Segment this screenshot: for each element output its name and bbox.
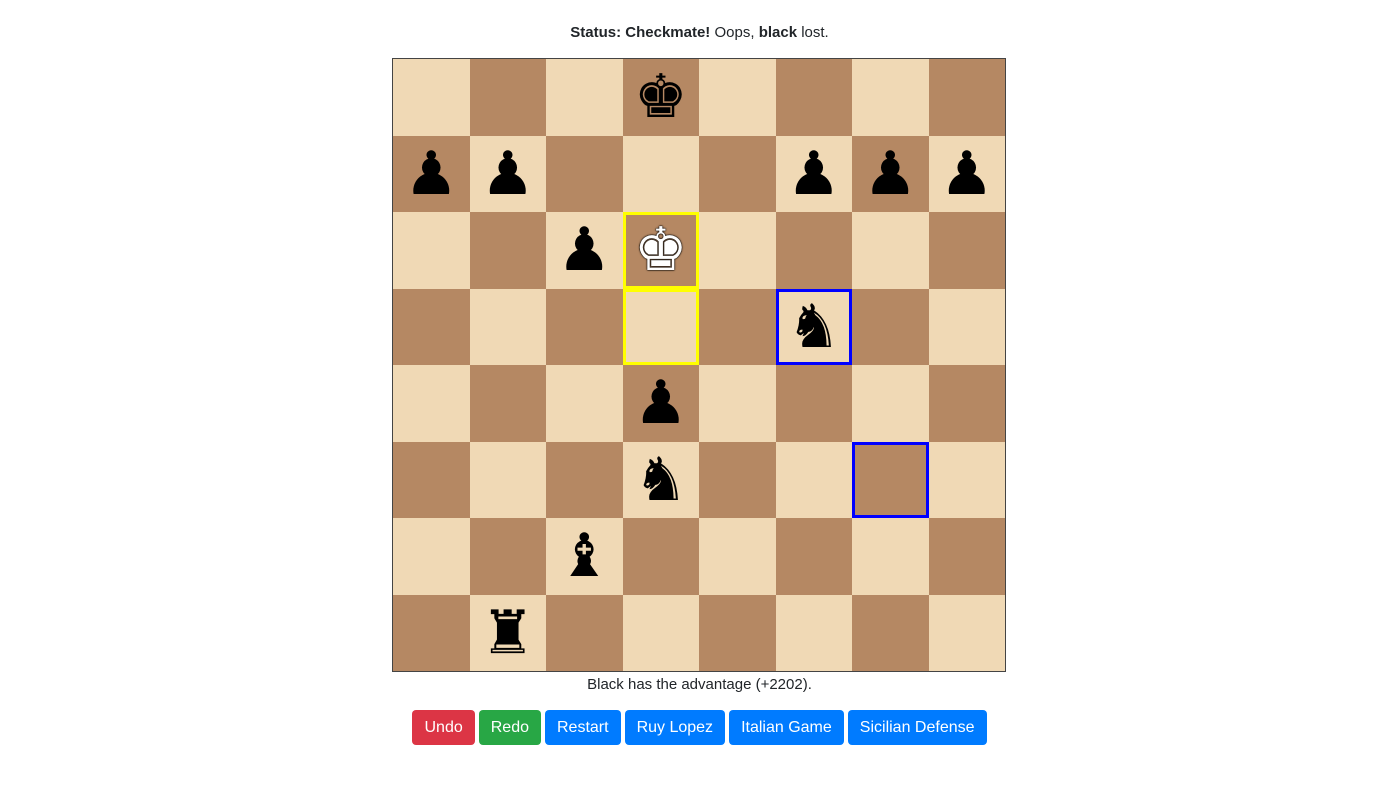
square-f5[interactable]: ♞: [775, 288, 852, 365]
square-c8[interactable]: [546, 59, 623, 136]
square-a2[interactable]: [393, 518, 470, 595]
square-d8[interactable]: ♚: [622, 59, 700, 136]
square-b6[interactable]: [469, 212, 546, 289]
square-f1[interactable]: [775, 594, 852, 671]
evaluation-text: Black has the advantage (+2202).: [587, 676, 812, 693]
black-knight-icon[interactable]: ♞: [779, 292, 850, 363]
square-e8[interactable]: [699, 59, 776, 136]
square-d7[interactable]: [622, 135, 699, 212]
redo-button[interactable]: Redo: [478, 710, 541, 745]
square-a7[interactable]: ♟: [393, 135, 470, 213]
square-g2[interactable]: [852, 518, 929, 595]
square-c2[interactable]: ♝: [546, 518, 623, 595]
status-suffix: lost.: [801, 24, 829, 41]
white-king-icon[interactable]: ♚: [626, 215, 697, 286]
square-h6[interactable]: [928, 212, 1005, 289]
square-b5[interactable]: [469, 288, 546, 365]
square-g7[interactable]: ♟: [852, 135, 929, 213]
square-g3[interactable]: [852, 441, 929, 518]
square-c6[interactable]: ♟: [546, 212, 623, 289]
control-buttons: Undo Redo Restart Ruy Lopez Italian Game Sici…: [0, 710, 1399, 745]
square-e2[interactable]: [699, 518, 776, 595]
square-d1[interactable]: [622, 594, 699, 671]
square-e7[interactable]: [699, 135, 776, 212]
square-b8[interactable]: [469, 59, 546, 136]
square-a8[interactable]: [393, 59, 470, 136]
status-loser: black: [758, 24, 798, 41]
black-king-icon[interactable]: ♚: [623, 59, 700, 136]
square-a3[interactable]: [393, 441, 470, 518]
italian-game-button[interactable]: Italian Game: [729, 710, 844, 745]
square-g8[interactable]: [852, 59, 929, 136]
square-e4[interactable]: [699, 365, 776, 442]
square-g4[interactable]: [852, 365, 929, 442]
square-c5[interactable]: [546, 288, 623, 365]
square-h7[interactable]: ♟: [928, 135, 1006, 213]
square-b1[interactable]: ♜: [469, 594, 547, 672]
black-pawn-icon[interactable]: ♟: [623, 365, 700, 442]
square-b4[interactable]: [469, 365, 546, 442]
square-g1[interactable]: [852, 594, 929, 671]
black-knight-icon[interactable]: ♞: [623, 442, 700, 519]
square-h4[interactable]: [928, 365, 1005, 442]
square-c7[interactable]: [546, 135, 623, 212]
restart-button[interactable]: Restart: [544, 710, 621, 745]
square-d5[interactable]: [622, 288, 699, 365]
square-f6[interactable]: [775, 212, 852, 289]
square-a1[interactable]: [393, 594, 470, 671]
black-pawn-icon[interactable]: ♟: [776, 136, 853, 213]
square-f8[interactable]: [775, 59, 852, 136]
square-d3[interactable]: ♞: [622, 441, 700, 519]
square-f7[interactable]: ♟: [775, 135, 853, 213]
square-c3[interactable]: [546, 441, 623, 518]
square-a5[interactable]: [393, 288, 470, 365]
square-f2[interactable]: [775, 518, 852, 595]
square-g5[interactable]: [852, 288, 929, 365]
square-e6[interactable]: [699, 212, 776, 289]
black-pawn-icon[interactable]: ♟: [929, 136, 1006, 213]
black-pawn-icon[interactable]: ♟: [852, 136, 929, 213]
square-c4[interactable]: [546, 365, 623, 442]
status-state: Checkmate!: [625, 24, 711, 41]
square-h5[interactable]: [928, 288, 1005, 365]
square-e3[interactable]: [699, 441, 776, 518]
square-h1[interactable]: [928, 594, 1005, 671]
black-rook-icon[interactable]: ♜: [470, 595, 547, 672]
square-d6[interactable]: ♚: [622, 212, 699, 289]
square-a4[interactable]: [393, 365, 470, 442]
square-e1[interactable]: [699, 594, 776, 671]
square-c1[interactable]: [546, 594, 623, 671]
square-f3[interactable]: [775, 441, 852, 518]
chess-board: ♚ ♟ ♟ ♟ ♟ ♟ ♟ ♚ ♞ ♟ ♞ ♝ ♜: [392, 58, 1006, 672]
square-f4[interactable]: [775, 365, 852, 442]
black-bishop-icon[interactable]: ♝: [546, 518, 623, 595]
square-h3[interactable]: [928, 441, 1005, 518]
square-b3[interactable]: [469, 441, 546, 518]
undo-button[interactable]: Undo: [412, 710, 475, 745]
square-a6[interactable]: [393, 212, 470, 289]
square-d4[interactable]: ♟: [622, 365, 700, 442]
sicilian-defense-button[interactable]: Sicilian Defense: [847, 710, 987, 745]
square-g6[interactable]: [852, 212, 929, 289]
square-d2[interactable]: [622, 518, 699, 595]
square-h2[interactable]: [928, 518, 1005, 595]
ruy-lopez-button[interactable]: Ruy Lopez: [624, 710, 726, 745]
black-pawn-icon[interactable]: ♟: [470, 136, 547, 213]
status-prefix: Status:: [570, 24, 622, 41]
square-e5[interactable]: [699, 288, 776, 365]
square-h8[interactable]: [928, 59, 1005, 136]
square-b7[interactable]: ♟: [469, 135, 547, 213]
black-pawn-icon[interactable]: ♟: [393, 136, 470, 213]
square-b2[interactable]: [469, 518, 546, 595]
status-oops: Oops,: [714, 24, 755, 41]
black-pawn-icon[interactable]: ♟: [546, 212, 623, 289]
game-status: Status: Checkmate! Oops, black lost.: [0, 22, 1399, 44]
